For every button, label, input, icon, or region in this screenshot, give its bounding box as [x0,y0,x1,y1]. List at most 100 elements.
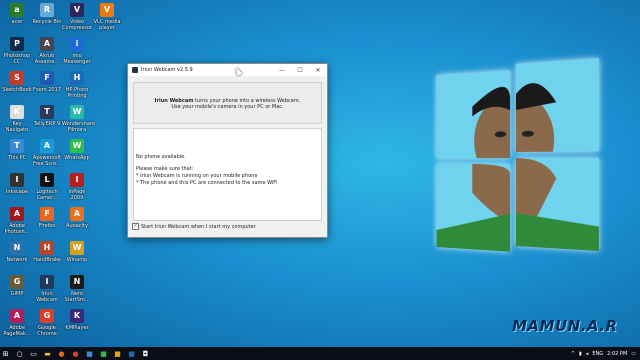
inkscape-icon: I [10,173,24,187]
desktop-icon-label: Adobe Photosh... [4,223,30,235]
handbrake-icon: H [40,241,54,255]
iriun-icon: I [40,275,54,289]
desktop: a acer P Photoshop CC S SketchBook K Key Naviga… [0,0,640,347]
desktop-icon-label: GIMP [10,291,24,297]
app-taskbar-icon[interactable]: ■ [98,348,109,359]
adobe-icon: A [10,207,24,221]
startup-checkbox[interactable]: ✓ [132,223,139,230]
task-view-icon[interactable]: ▭ [28,348,39,359]
firefox-taskbar-icon[interactable]: ● [56,348,67,359]
desktop-icon-label: HandBrake [33,257,61,263]
taskbar: ⊞ ○ ▭ ▬ ● ● ■ ■ ■ ■ ◘ ^ ▮ ◂ ENG 2:02 PM … [0,347,640,360]
maximize-button[interactable]: ☐ [291,67,309,74]
desktop-icon-label: Tally.ERP 9 [33,121,61,127]
audacity-icon: A [70,207,84,221]
inpage-icon: I [70,173,84,187]
header-line-2: Use your mobile's camera in your PC or M… [171,104,284,110]
window-title: Iriun Webcam v2.5.9 [141,67,193,73]
tally-icon: T [40,105,54,119]
desktop-icon-label: Fxem 2017 [33,87,61,93]
start-button[interactable]: ⊞ [0,348,11,359]
iriun-taskbar-icon[interactable]: ◘ [140,348,151,359]
desktop-icon-label: Adobe PageMak... [3,325,31,337]
instructions-heading: Please make sure that: [136,166,194,172]
title-bar[interactable]: Iriun Webcam v2.5.9 — ☐ ✕ [128,64,327,76]
iriun-webcam-window[interactable]: Iriun Webcam v2.5.9 — ☐ ✕ Iriun Webcam t… [127,63,328,238]
desktop-icon-label: Recycle Bin [32,19,62,25]
photoshop-icon: P [10,37,24,51]
status-text: No phone available. [136,154,186,160]
search-icon[interactable]: ○ [14,348,25,359]
desktop-icon-label: Video Compressor [62,19,92,31]
desktop-icon-label: acer [11,19,23,25]
desktop-icon[interactable]: G Google Chrome [32,308,62,350]
desktop-icon-label: InPage 2009 [68,189,86,201]
vlc-icon: V [100,3,114,17]
desktop-icon-label: This PC [7,155,27,161]
desktop-icon-label: WhatsApp [64,155,90,161]
desktop-icon-label: Wondershare Filmora [62,121,96,133]
desktop-icon-label: VLC media player [93,19,121,31]
close-button[interactable]: ✕ [309,67,327,74]
desktop-icon-label: Winamp [66,257,88,263]
firefox-icon: F [40,207,54,221]
app-taskbar-icon[interactable]: ■ [126,348,137,359]
app-taskbar-icon[interactable]: ■ [112,348,123,359]
system-tray: ^ ▮ ◂ ENG 2:02 PM ▭ [571,347,636,360]
network-icon: N [10,241,24,255]
file-explorer-icon[interactable]: ▬ [42,348,53,359]
gimp-icon: G [10,275,24,289]
chrome-taskbar-icon[interactable]: ● [70,348,81,359]
minimize-button[interactable]: — [273,67,291,74]
kmplayer-icon: K [70,309,84,323]
pagemaker-icon: A [10,309,24,323]
desktop-icon-label: Firefox [38,223,56,229]
video-compressor-icon: V [70,3,84,17]
whatsapp-icon: W [70,139,84,153]
desktop-icon-label: Photoshop CC [3,53,31,65]
desktop-icon-label: Inkscape [5,189,29,195]
desktop-icon-label: KMPlayer [65,325,89,331]
desktop-icon-label: Akruti Assame... [34,53,60,65]
desktop-icon-label: HP Photo Printing [65,87,89,99]
header-panel: Iriun Webcam turns your phone into a wir… [133,82,322,124]
recycle-bin-icon: R [40,3,54,17]
status-panel: No phone available. Please make sure tha… [133,128,322,221]
desktop-icon[interactable]: V VLC media player [92,2,122,44]
desktop-icon-label: Iriun Webcam [36,291,58,303]
desktop-icon-label: SketchBook [2,87,32,93]
desktop-icon-label: Key Navigato [5,121,29,133]
imo-icon: i [70,37,84,51]
desktop-icon-label: Nero StartSm... [64,291,90,303]
startup-checkbox-label: Start Iriun Webcam when I start my compu… [141,223,256,230]
windows-logo-wallpaper [436,58,603,261]
network-icon[interactable]: ▮ [579,351,582,357]
desktop-icon-label: Google Chrome [37,325,57,337]
instruction-item: * The phone and this PC are connected to… [136,180,278,186]
instruction-item: * Iriun Webcam is running on your mobile… [136,173,258,179]
desktop-icon[interactable]: A Adobe PageMak... [2,308,32,350]
desktop-icon-label: Network [6,257,28,263]
desktop-icon[interactable]: K KMPlayer [62,308,92,350]
language-indicator[interactable]: ENG [592,351,603,357]
app-taskbar-icon[interactable]: ■ [84,348,95,359]
akruti-icon: A [40,37,54,51]
hp-icon: H [70,71,84,85]
clock[interactable]: 2:02 PM [607,351,627,357]
notifications-icon[interactable]: ▭ [631,351,636,357]
logitech-icon: L [40,173,54,187]
volume-icon[interactable]: ◂ [586,351,589,357]
tray-chevron-icon[interactable]: ^ [571,351,575,357]
desktop-icon-label: Logitech Camer... [36,189,58,201]
startup-checkbox-row[interactable]: ✓ Start Iriun Webcam when I start my com… [132,223,256,230]
sketchbook-icon: S [10,71,24,85]
watermark-text: MAMUN.A.R [512,317,618,335]
chrome-icon: G [40,309,54,323]
pc-icon: T [10,139,24,153]
desktop-icon-label: Audacity [66,223,88,229]
nero-icon: N [70,275,84,289]
filmora-icon: W [70,105,84,119]
desktop-icon-label: imo Messenger [63,53,91,65]
apowersoft-icon: A [40,139,54,153]
key-icon: K [10,105,24,119]
